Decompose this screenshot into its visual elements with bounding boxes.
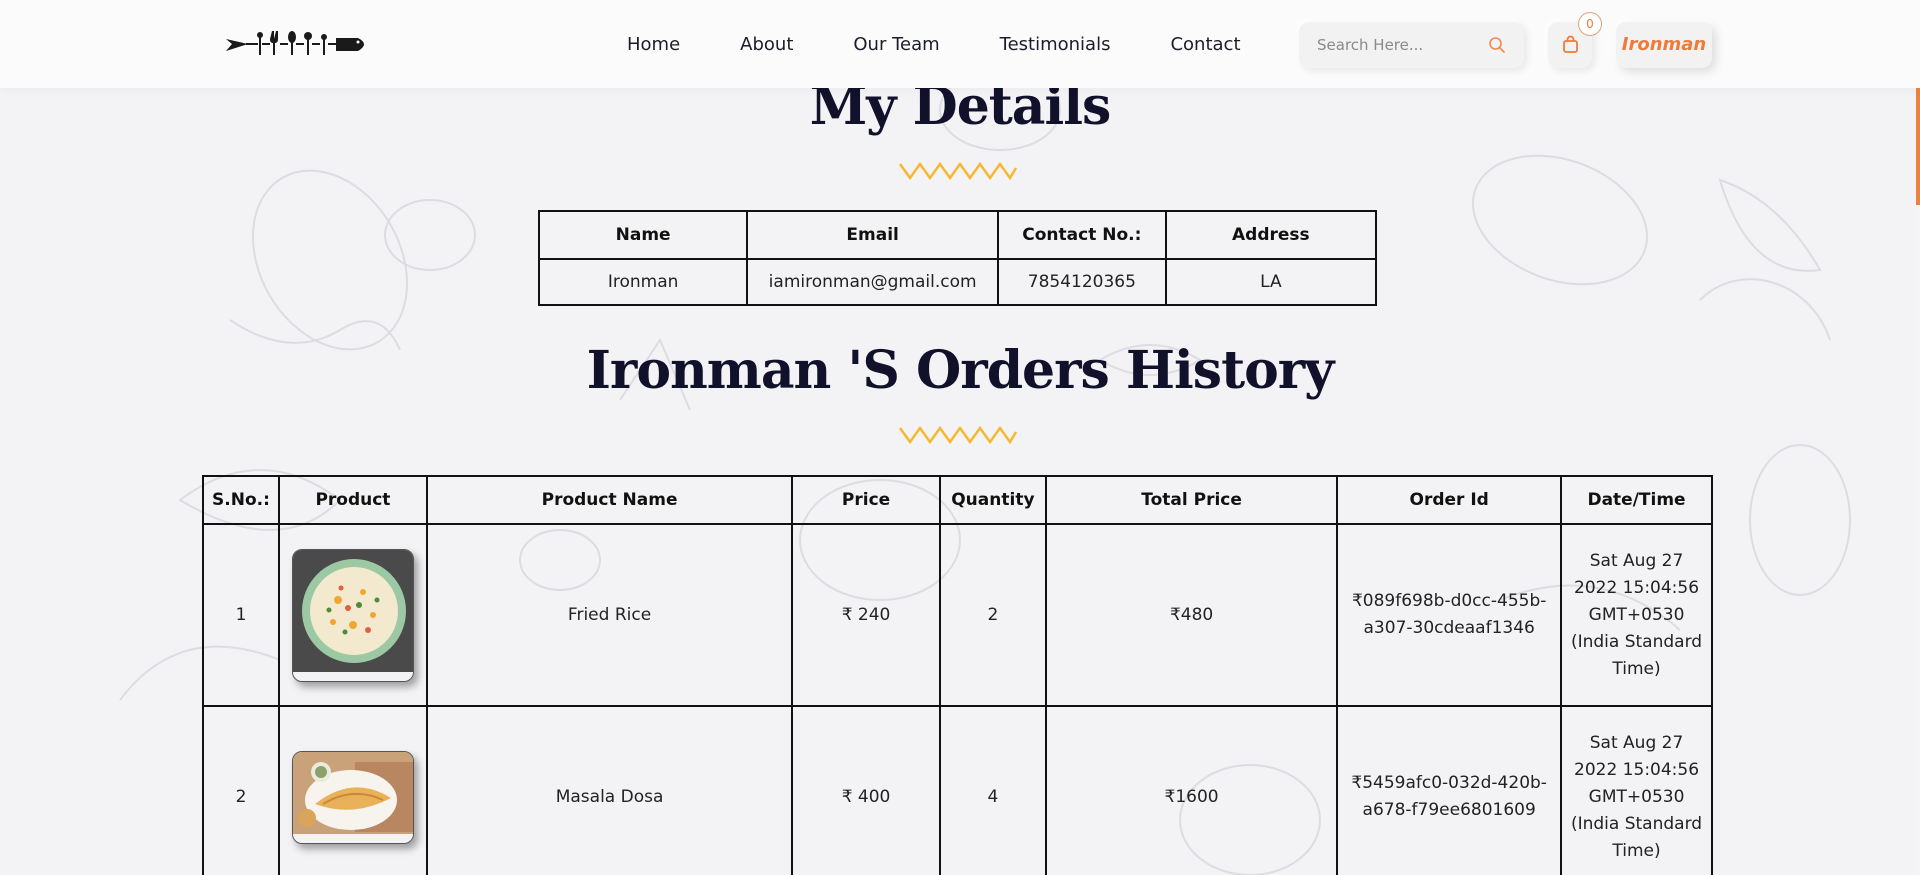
orders-table: S.No.: Product Product Name Price Quanti… (202, 475, 1713, 875)
nav-home[interactable]: Home (627, 28, 680, 62)
column-header-price: Price (791, 475, 941, 525)
column-header-address: Address (1164, 210, 1378, 260)
cell-total-price: ₹480 (1044, 523, 1339, 707)
column-header-total-price: Total Price (1044, 475, 1339, 525)
cell-name: Ironman (537, 258, 749, 306)
cell-email: iamironman@gmail.com (746, 258, 1000, 306)
column-header-product: Product (277, 475, 428, 525)
cell-total-price: ₹1600 (1044, 705, 1339, 875)
search-input[interactable] (1299, 36, 1479, 54)
cell-price: ₹ 400 (791, 705, 941, 875)
search-icon[interactable] (1488, 36, 1506, 54)
site-logo[interactable] (226, 29, 370, 59)
cell-sno: 1 (202, 523, 280, 707)
cart-button[interactable]: 0 (1548, 12, 1602, 68)
details-table: Name Email Contact No.: Address Ironman … (537, 210, 1378, 306)
user-profile-button[interactable]: Ironman (1616, 22, 1712, 68)
cell-quantity: 4 (938, 705, 1047, 875)
zigzag-divider (898, 161, 1018, 181)
column-header-order-id: Order Id (1336, 475, 1563, 525)
orders-title: Ironman 'S Orders History (586, 340, 1335, 401)
column-header-datetime: Date/Time (1560, 475, 1713, 525)
fried-rice-image (291, 548, 414, 682)
main-nav: Home About Our Team Testimonials Contact (597, 28, 1271, 62)
shopping-bag-icon (1563, 35, 1578, 53)
cell-order-id: ₹089f698b-d0cc-455b-a307-30cdeaaf1346 (1336, 523, 1563, 707)
cart-count-badge: 0 (1578, 12, 1602, 36)
column-header-sno: S.No.: (202, 475, 280, 525)
column-header-email: Email (746, 210, 1000, 260)
cell-quantity: 2 (938, 523, 1047, 707)
column-header-name: Name (537, 210, 749, 260)
cell-product-name: Masala Dosa (425, 705, 794, 875)
cell-product-image (277, 705, 428, 875)
column-header-contact: Contact No.: (997, 210, 1167, 260)
nav-contact[interactable]: Contact (1170, 28, 1240, 62)
cell-sno: 2 (202, 705, 280, 875)
nav-testimonials[interactable]: Testimonials (1000, 28, 1111, 62)
cell-product-image (277, 523, 428, 707)
cell-address: LA (1164, 258, 1378, 306)
page-scrollbar[interactable] (1916, 0, 1920, 875)
cell-price: ₹ 240 (791, 523, 941, 707)
cell-order-id: ₹5459afc0-032d-420b-a678-f79ee6801609 (1336, 705, 1563, 875)
table-row: Ironman iamironman@gmail.com 7854120365 … (537, 258, 1378, 306)
nav-our-team[interactable]: Our Team (853, 28, 939, 62)
table-row: 1 Fried Rice ₹ 240 2 ₹480 ₹089f698b-d0cc… (202, 523, 1713, 707)
zigzag-divider (898, 425, 1018, 445)
cell-datetime: Sat Aug 27 2022 15:04:56 GMT+0530 (India… (1560, 523, 1713, 707)
column-header-quantity: Quantity (938, 475, 1047, 525)
masala-dosa-image (291, 750, 414, 844)
nav-about[interactable]: About (740, 28, 793, 62)
cell-product-name: Fried Rice (425, 523, 794, 707)
site-header: Home About Our Team Testimonials Contact… (0, 0, 1920, 88)
column-header-product-name: Product Name (425, 475, 794, 525)
cell-contact: 7854120365 (997, 258, 1167, 306)
cell-datetime: Sat Aug 27 2022 15:04:56 GMT+0530 (India… (1560, 705, 1713, 875)
table-row: 2 Masala Dosa ₹ 400 4 ₹1600 ₹5459afc0-03… (202, 705, 1713, 875)
search-box (1299, 22, 1524, 68)
